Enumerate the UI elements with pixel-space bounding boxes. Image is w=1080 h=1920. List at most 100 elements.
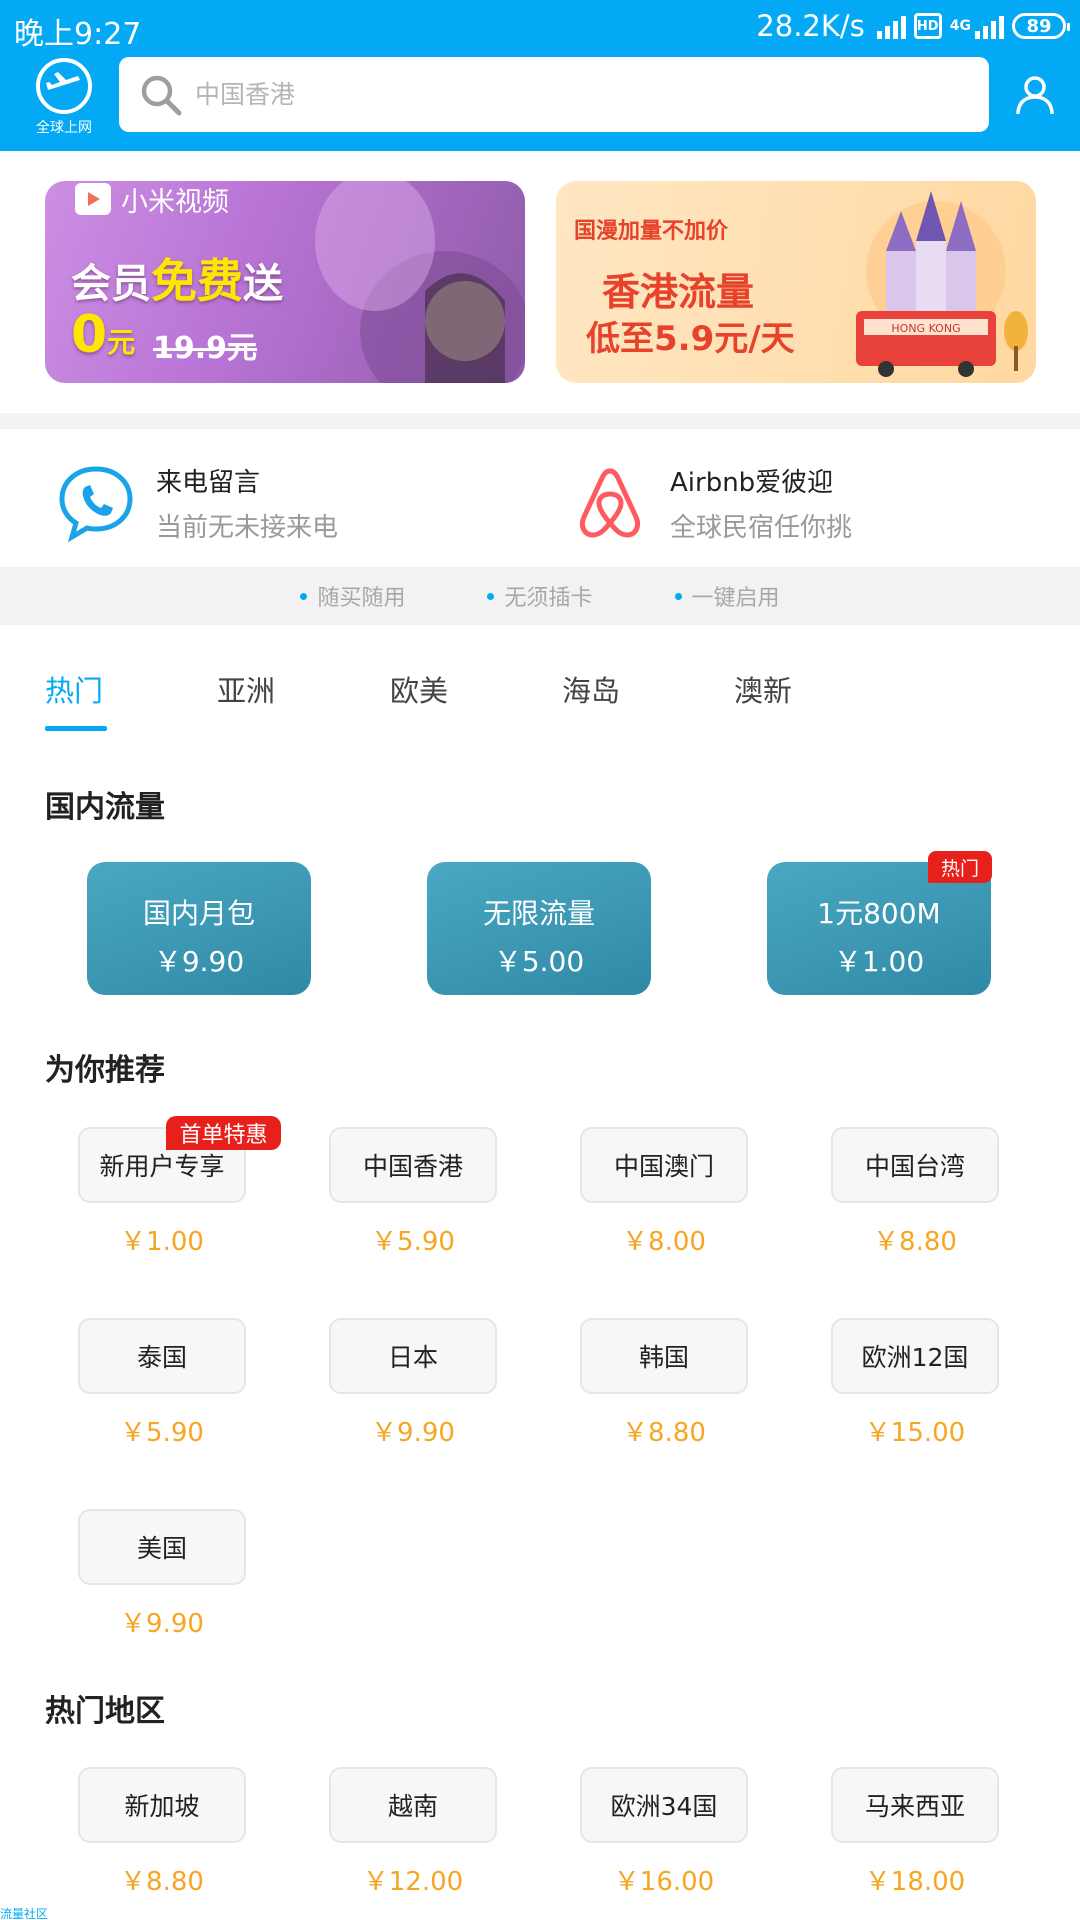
airplane-icon xyxy=(36,58,92,114)
video-brand: 小米视频 xyxy=(75,181,229,218)
banner-hk-title: 香港流量 xyxy=(602,270,755,314)
country-price: ￥9.90 xyxy=(371,1418,455,1448)
domestic-plan-card[interactable]: 国内月包 ￥9.90 xyxy=(87,862,311,995)
region-price: ￥8.80 xyxy=(120,1867,204,1897)
service-voicemail[interactable]: 来电留言 当前无未接来电 xyxy=(56,458,338,548)
cell-signal-icon xyxy=(975,13,1004,39)
tab-asia[interactable]: 亚洲 xyxy=(217,668,275,710)
country-card[interactable]: 中国澳门 ￥8.00 xyxy=(580,1127,748,1258)
country-price: ￥8.00 xyxy=(622,1227,706,1257)
service-voicemail-text: 来电留言 当前无未接来电 xyxy=(156,462,338,544)
wifi-signal-icon xyxy=(876,13,906,39)
plan-price: ￥1.00 xyxy=(833,945,925,978)
country-price: ￥5.90 xyxy=(371,1227,455,1257)
country-price: ￥5.90 xyxy=(120,1418,204,1448)
hot-badge: 热门 xyxy=(928,851,992,883)
tab-islands[interactable]: 海岛 xyxy=(562,668,620,710)
section-title-recommend: 为你推荐 xyxy=(45,1053,165,1088)
region-name: 越南 xyxy=(329,1767,497,1843)
region-card[interactable]: 马来西亚 ￥18.00 xyxy=(831,1767,999,1898)
country-name: 中国澳门 xyxy=(580,1127,748,1203)
phone-chat-icon xyxy=(59,466,133,543)
country-card[interactable]: 泰国 ￥5.90 xyxy=(78,1318,246,1449)
region-price: ￥16.00 xyxy=(613,1867,715,1897)
tab-europe-america[interactable]: 欧美 xyxy=(390,668,448,710)
country-card[interactable]: 中国香港 ￥5.90 xyxy=(329,1127,497,1258)
airbnb-icon xyxy=(579,468,641,538)
country-card[interactable]: 日本 ￥9.90 xyxy=(329,1318,497,1449)
tab-hot[interactable]: 热门 xyxy=(45,668,103,710)
country-name: 欧洲12国 xyxy=(831,1318,999,1394)
network-type: 4G xyxy=(949,18,971,34)
region-name: 马来西亚 xyxy=(831,1767,999,1843)
bus-sign: HONG KONG xyxy=(891,322,960,335)
region-price: ￥12.00 xyxy=(362,1867,464,1897)
country-card[interactable]: 韩国 ￥8.80 xyxy=(580,1318,748,1449)
country-name: 日本 xyxy=(329,1318,497,1394)
castle-illustration: HONG KONG xyxy=(856,191,1028,377)
banner-video-promo[interactable]: 小米视频 会员免费送 0元 19.9元 xyxy=(45,181,525,383)
feature-strip: 随买随用 无须插卡 一键启用 xyxy=(0,567,1080,625)
watermark: 流量社区 xyxy=(0,1907,49,1920)
country-price: ￥15.00 xyxy=(864,1418,966,1448)
region-card[interactable]: 越南 ￥12.00 xyxy=(329,1767,497,1898)
section-title-hot-regions: 热门地区 xyxy=(45,1694,165,1729)
country-price: ￥8.80 xyxy=(873,1227,957,1257)
section-title-domestic: 国内流量 xyxy=(45,790,165,825)
hd-icon: HD xyxy=(913,13,942,39)
search-icon xyxy=(141,75,182,115)
banner-illustration xyxy=(315,181,525,383)
app-header: 晚上9:27 28.2K/s HD 4G 89 全球上网 xyxy=(0,0,1080,151)
plan-name: 1元800M xyxy=(817,897,941,930)
service-subtitle: 当前无未接来电 xyxy=(156,513,339,543)
section-divider xyxy=(0,413,1080,429)
country-name: 韩国 xyxy=(580,1318,748,1394)
country-name: 中国台湾 xyxy=(831,1127,999,1203)
banner-title-highlight: 免费 xyxy=(151,254,243,308)
banner-hk-subtitle: 低至5.9元/天 xyxy=(586,319,795,359)
status-time: 晚上9:27 xyxy=(14,17,142,52)
banner-area: 小米视频 会员免费送 0元 19.9元 HONG KONG 国漫加量不加价 香港… xyxy=(0,151,1080,426)
country-name: 中国香港 xyxy=(329,1127,497,1203)
banner-price: 0元 xyxy=(71,305,136,365)
banner-old-price: 19.9元 xyxy=(153,331,258,366)
country-card[interactable]: 美国 ￥9.90 xyxy=(78,1509,246,1640)
banner-tagline: 国漫加量不加价 xyxy=(574,219,729,244)
region-name: 欧洲34国 xyxy=(580,1767,748,1843)
battery-icon: 89 xyxy=(1012,13,1070,39)
search-bar[interactable] xyxy=(119,57,989,132)
plan-name: 国内月包 xyxy=(142,897,255,930)
region-card[interactable]: 新加坡 ￥8.80 xyxy=(78,1767,246,1898)
banner-hongkong-promo[interactable]: HONG KONG 国漫加量不加价 香港流量 低至5.9元/天 xyxy=(556,181,1036,383)
network-speed: 28.2K/s xyxy=(756,9,865,43)
feature-item: 一键启用 xyxy=(675,580,780,612)
logo-label: 全球上网 xyxy=(36,120,92,136)
region-card[interactable]: 欧洲34国 ￥16.00 xyxy=(580,1767,748,1898)
search-input[interactable] xyxy=(195,80,955,109)
feature-item: 无须插卡 xyxy=(487,580,592,612)
banner-title: 会员免费送 xyxy=(71,254,283,308)
active-tab-indicator xyxy=(45,726,107,731)
user-icon[interactable] xyxy=(1014,74,1056,116)
country-card[interactable]: 欧洲12国 ￥15.00 xyxy=(831,1318,999,1449)
service-airbnb[interactable]: Airbnb爱彼迎 全球民宿任你挑 xyxy=(570,458,852,548)
country-price: ￥9.90 xyxy=(120,1609,204,1639)
region-name: 新加坡 xyxy=(78,1767,246,1843)
video-brand-label: 小米视频 xyxy=(121,186,229,218)
first-order-badge: 首单特惠 xyxy=(166,1116,281,1150)
country-price: ￥8.80 xyxy=(622,1418,706,1448)
domestic-plan-card[interactable]: 无限流量 ￥5.00 xyxy=(427,862,651,995)
country-price: ￥1.00 xyxy=(120,1227,204,1257)
country-name: 美国 xyxy=(78,1509,246,1585)
service-airbnb-text: Airbnb爱彼迎 全球民宿任你挑 xyxy=(670,462,852,544)
service-title: Airbnb爱彼迎 xyxy=(670,468,834,498)
tab-australia-nz[interactable]: 澳新 xyxy=(734,668,792,710)
app-logo[interactable]: 全球上网 xyxy=(24,58,104,136)
country-name: 泰国 xyxy=(78,1318,246,1394)
status-bar: 晚上9:27 28.2K/s HD 4G 89 xyxy=(0,0,1080,54)
status-indicators: 28.2K/s HD 4G 89 xyxy=(756,8,1070,44)
play-icon xyxy=(75,183,111,215)
plan-price: ￥5.00 xyxy=(493,945,585,978)
service-title: 来电留言 xyxy=(156,468,261,498)
country-card[interactable]: 中国台湾 ￥8.80 xyxy=(831,1127,999,1258)
